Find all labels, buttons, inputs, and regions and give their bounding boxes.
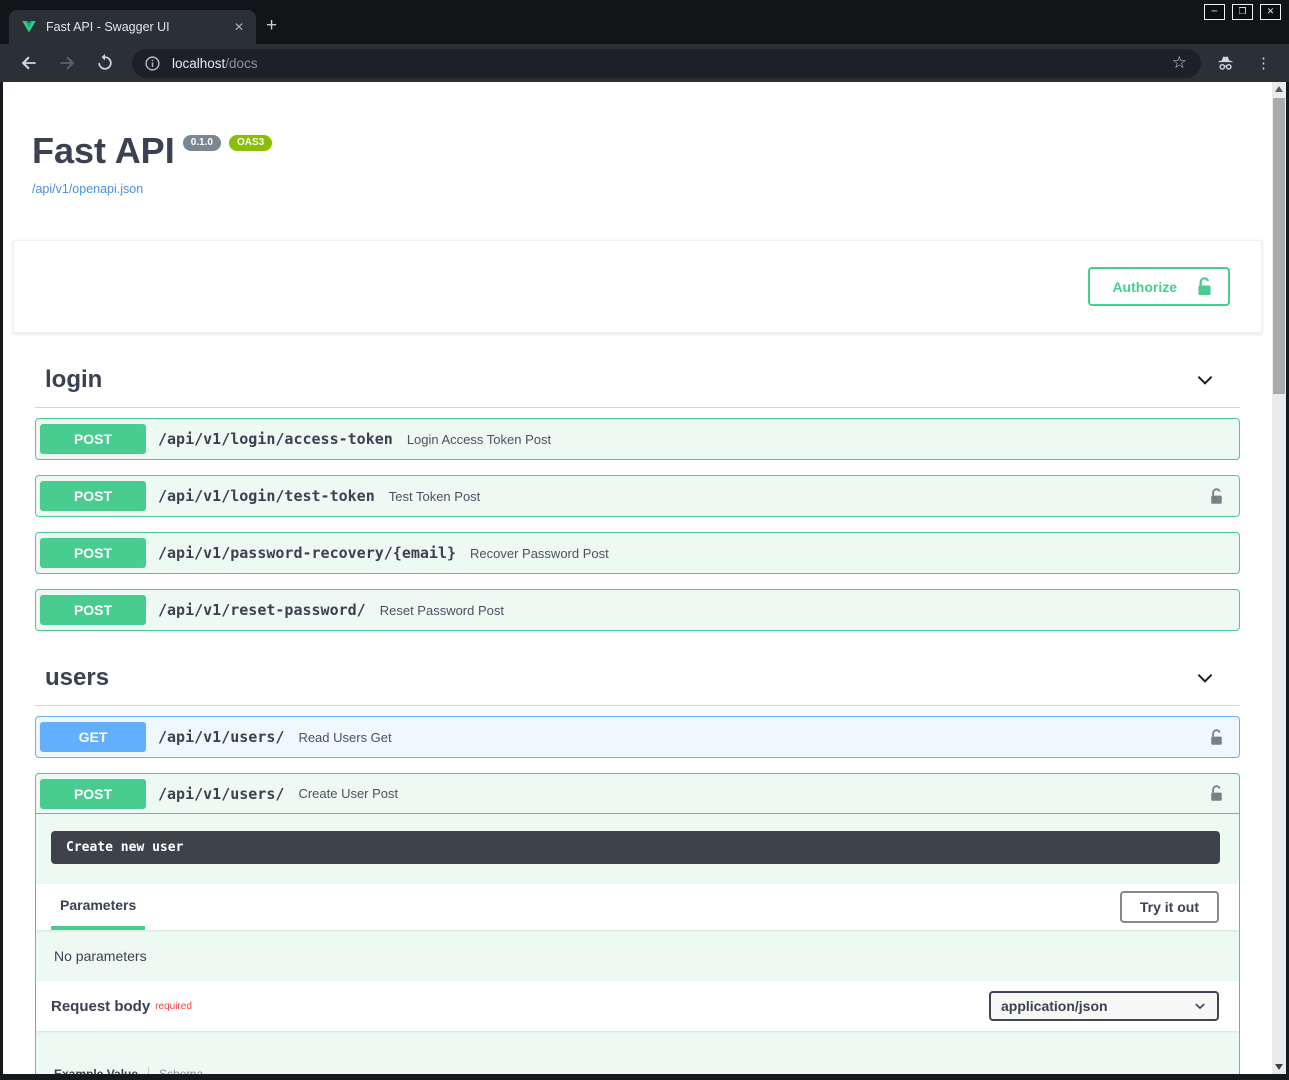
api-section: login POST /api/v1/login/access-token Lo…: [35, 357, 1240, 631]
section-header[interactable]: users: [35, 655, 1240, 706]
maximize-button[interactable]: ❐: [1232, 4, 1253, 20]
op-expanded-body: Create new user Parameters Try it out No…: [36, 831, 1239, 1074]
tab-example-value[interactable]: Example Value: [54, 1067, 138, 1074]
section-title: users: [45, 664, 109, 692]
op-path: /api/v1/login/access-token: [158, 430, 393, 448]
op-path: /api/v1/password-recovery/{email}: [158, 544, 456, 562]
op-row: POST /api/v1/login/test-token Test Token…: [35, 475, 1240, 517]
section-title: login: [45, 366, 102, 394]
try-it-out-button[interactable]: Try it out: [1120, 891, 1219, 923]
scroll-down-arrow[interactable]: [1272, 1060, 1286, 1074]
op-path: /api/v1/users/: [158, 728, 284, 746]
no-parameters-text: No parameters: [36, 930, 1239, 981]
incognito-icon: [1215, 53, 1236, 74]
op-summary: Login Access Token Post: [407, 432, 551, 447]
content-type-select[interactable]: application/json: [989, 991, 1219, 1021]
url-host: localhost: [172, 56, 225, 71]
tab-separator: [148, 1067, 149, 1074]
openapi-spec-link[interactable]: /api/v1/openapi.json: [32, 182, 1272, 196]
tab-close-icon[interactable]: ✕: [230, 18, 248, 36]
required-flag: required: [155, 1001, 192, 1012]
method-badge: POST: [40, 538, 146, 568]
close-button[interactable]: ✕: [1260, 4, 1281, 20]
op-row-header[interactable]: GET /api/v1/users/ Read Users Get: [36, 717, 1239, 757]
op-summary: Read Users Get: [298, 730, 391, 745]
authorize-label: Authorize: [1112, 279, 1177, 295]
op-row-header[interactable]: POST /api/v1/password-recovery/{email} R…: [36, 533, 1239, 573]
vertical-scrollbar[interactable]: [1272, 82, 1286, 1074]
op-row: POST /api/v1/reset-password/ Reset Passw…: [35, 589, 1240, 631]
vue-logo-favicon: [21, 19, 37, 35]
op-description: Create new user: [51, 831, 1220, 864]
new-tab-button[interactable]: +: [266, 16, 277, 35]
content-type-value: application/json: [1001, 998, 1108, 1014]
chevron-down-icon[interactable]: [1194, 667, 1216, 689]
op-row-header[interactable]: POST /api/v1/reset-password/ Reset Passw…: [36, 590, 1239, 630]
browser-toolbar: localhost/docs ☆ ⋮: [0, 44, 1289, 82]
minimize-button[interactable]: ─: [1204, 4, 1225, 20]
method-badge: GET: [40, 722, 146, 752]
method-badge: POST: [40, 424, 146, 454]
op-row: GET /api/v1/users/ Read Users Get: [35, 716, 1240, 758]
tab-parameters[interactable]: Parameters: [51, 884, 145, 930]
lock-icon[interactable]: [1208, 784, 1225, 803]
op-summary: Reset Password Post: [380, 603, 504, 618]
method-badge: POST: [40, 481, 146, 511]
page-title: Fast API: [32, 130, 175, 171]
op-path: /api/v1/users/: [158, 785, 284, 803]
browser-window: Fast API - Swagger UI ✕ + ─ ❐ ✕ localhos…: [0, 0, 1289, 1080]
example-schema-tabs: Example Value Schema: [36, 1031, 1239, 1074]
tab-title: Fast API - Swagger UI: [46, 20, 222, 34]
op-list: POST /api/v1/login/access-token Login Ac…: [35, 418, 1240, 631]
window-controls: ─ ❐ ✕: [1204, 4, 1281, 20]
op-path: /api/v1/login/test-token: [158, 487, 375, 505]
method-badge: POST: [40, 595, 146, 625]
lock-icon[interactable]: [1208, 487, 1225, 506]
method-badge: POST: [40, 779, 146, 809]
scrollbar-thumb[interactable]: [1273, 98, 1285, 394]
op-path: /api/v1/reset-password/: [158, 601, 366, 619]
op-list: GET /api/v1/users/ Read Users Get POST /…: [35, 716, 1240, 1074]
op-summary: Test Token Post: [389, 489, 481, 504]
page-viewport: Fast API 0.1.0 OAS3 /api/v1/openapi.json A…: [3, 82, 1286, 1074]
tab-schema[interactable]: Schema: [159, 1067, 203, 1074]
back-icon[interactable]: [19, 53, 39, 73]
op-row: POST /api/v1/login/access-token Login Ac…: [35, 418, 1240, 460]
lock-icon[interactable]: [1208, 728, 1225, 747]
scroll-up-arrow[interactable]: [1272, 82, 1286, 96]
bookmark-star-icon[interactable]: ☆: [1172, 53, 1187, 73]
sections: login POST /api/v1/login/access-token Lo…: [35, 357, 1240, 1074]
op-summary: Recover Password Post: [470, 546, 609, 561]
op-row-header[interactable]: POST /api/v1/login/test-token Test Token…: [36, 476, 1239, 516]
browser-tab[interactable]: Fast API - Swagger UI ✕: [9, 10, 256, 44]
url-path: /docs: [225, 56, 257, 71]
unlocked-padlock-icon: [1195, 276, 1214, 297]
reload-icon[interactable]: [95, 53, 115, 73]
op-summary: Create User Post: [298, 786, 398, 801]
swagger-page: Fast API 0.1.0 OAS3 /api/v1/openapi.json A…: [3, 82, 1272, 1074]
address-bar[interactable]: localhost/docs ☆: [132, 49, 1201, 78]
op-row-header[interactable]: POST /api/v1/login/access-token Login Ac…: [36, 419, 1239, 459]
request-body-label: Request body: [51, 998, 150, 1015]
api-section: users GET /api/v1/users/ Read Users Get …: [35, 655, 1240, 1074]
parameters-header: Parameters Try it out: [36, 884, 1239, 930]
authorize-button[interactable]: Authorize: [1088, 267, 1230, 306]
version-badge: 0.1.0: [183, 135, 221, 151]
op-row: POST /api/v1/users/ Create User Post Cre…: [35, 773, 1240, 1074]
chevron-down-icon[interactable]: [1194, 369, 1216, 391]
title-bar: Fast API - Swagger UI ✕ + ─ ❐ ✕: [0, 0, 1289, 44]
browser-menu-icon[interactable]: ⋮: [1256, 54, 1271, 72]
op-row: POST /api/v1/password-recovery/{email} R…: [35, 532, 1240, 574]
request-body-header: Request body required application/json: [36, 981, 1239, 1031]
chevron-down-icon: [1193, 999, 1207, 1013]
api-info: Fast API 0.1.0 OAS3 /api/v1/openapi.json: [32, 130, 1272, 196]
section-header[interactable]: login: [35, 357, 1240, 408]
forward-icon[interactable]: [57, 53, 77, 73]
op-row-header[interactable]: POST /api/v1/users/ Create User Post: [36, 774, 1239, 814]
scheme-container: Authorize: [13, 240, 1262, 333]
site-info-icon[interactable]: [144, 55, 161, 72]
oas3-badge: OAS3: [229, 135, 272, 151]
